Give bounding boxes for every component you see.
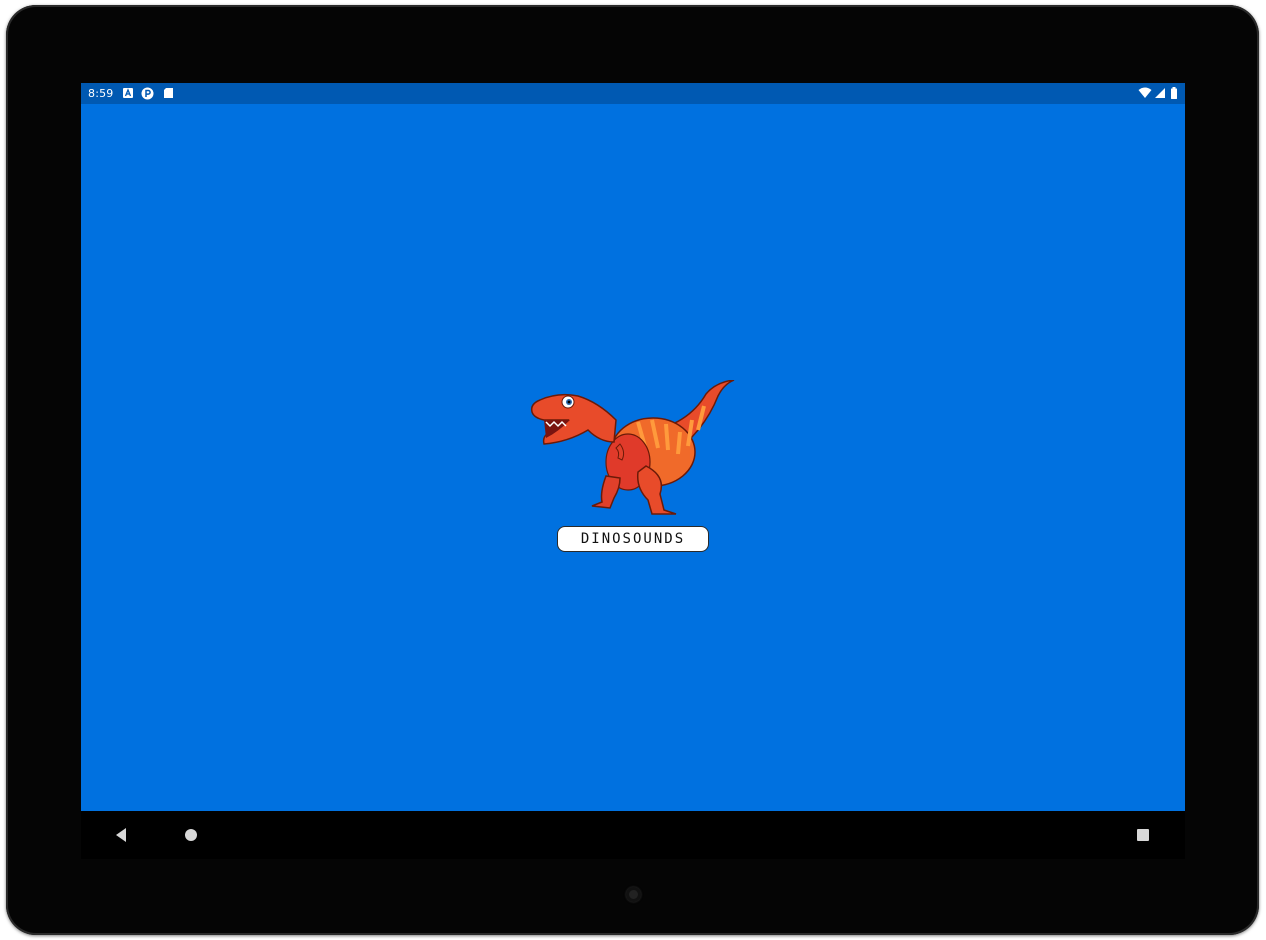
device-screen: 8:59 DINOSOUNDS	[81, 83, 1185, 859]
app-splash-screen: DINOSOUNDS	[81, 104, 1185, 811]
app-logo-label: DINOSOUNDS	[557, 526, 709, 552]
recents-icon[interactable]	[1133, 825, 1153, 845]
wifi-icon	[1138, 87, 1152, 99]
sd-card-icon	[163, 87, 175, 99]
signal-icon	[1154, 87, 1166, 99]
battery-icon	[1170, 87, 1178, 99]
status-bar: 8:59	[81, 83, 1185, 104]
front-camera	[626, 887, 641, 902]
notification-p-icon	[141, 87, 154, 100]
home-icon[interactable]	[181, 825, 201, 845]
back-icon[interactable]	[111, 825, 131, 845]
status-time: 8:59	[88, 87, 114, 100]
notification-a-icon	[122, 87, 134, 99]
t-rex-mascot	[528, 379, 738, 520]
navigation-bar	[81, 811, 1185, 859]
